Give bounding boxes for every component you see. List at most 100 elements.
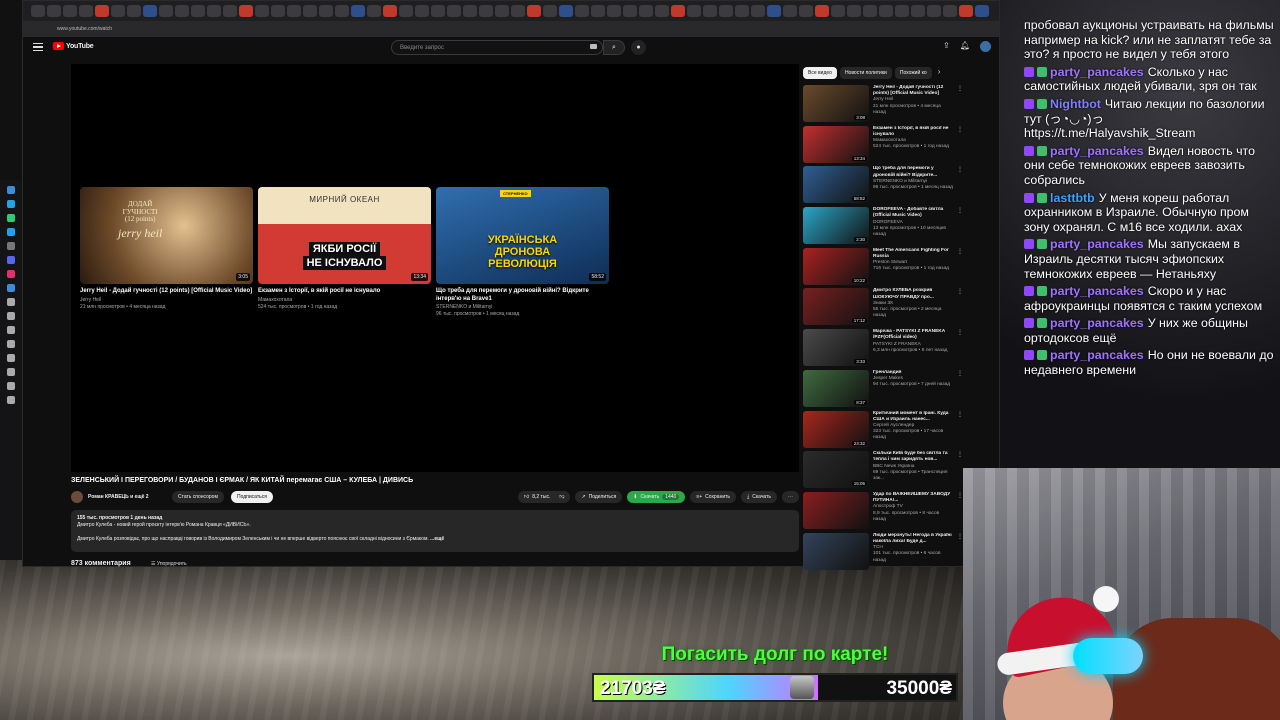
menu-icon[interactable] [33, 43, 43, 51]
endcard-1[interactable]: ДОДАЙ ГУЧНОСТІ (12 points) jerry heil 3:… [80, 187, 253, 310]
recommendation-thumbnail[interactable]: 8:37 [803, 369, 869, 407]
browser-tab[interactable] [671, 5, 685, 17]
download-button[interactable]: ⬇ Скачать 1440 [627, 491, 686, 503]
recommendation-item[interactable]: 13:34 Екзамен з Історії, в якій росії не… [803, 125, 963, 167]
recommendation-title[interactable]: Удар по ВАЖНЕЙШЕМУ ЗАВОДУ ПУТИНА!... [873, 492, 953, 504]
recommendation-item[interactable]: 8:37 Гренландия Jesper Makes 94 тыс. про… [803, 369, 963, 411]
browser-tab[interactable] [799, 5, 813, 17]
browser-tab[interactable] [847, 5, 861, 17]
chat-username[interactable]: party_pancakes [1050, 316, 1144, 330]
chat-username[interactable]: party_pancakes [1050, 237, 1144, 251]
save-button[interactable]: ≡+ Сохранить [690, 491, 737, 503]
browser-tab[interactable] [879, 5, 893, 17]
extension-icon[interactable] [7, 242, 15, 250]
more-vert-icon[interactable]: ⋮ [957, 370, 963, 411]
sponsor-button[interactable]: Стать спонсором [172, 491, 224, 503]
browser-tab[interactable] [719, 5, 733, 17]
browser-tab[interactable] [575, 5, 589, 17]
browser-tab[interactable] [655, 5, 669, 17]
endcard-title[interactable]: Що треба для перемоги у дроновій війні? … [436, 288, 609, 303]
quality-badge[interactable]: 1440 [662, 494, 680, 500]
more-vert-icon[interactable]: ⋮ [957, 288, 963, 329]
browser-tab[interactable] [463, 5, 477, 17]
browser-tab[interactable] [303, 5, 317, 17]
extension-icon[interactable] [7, 298, 15, 306]
recommendation-title[interactable]: Jerry Heil - Додай гучності (12 points) … [873, 85, 953, 97]
channel-avatar[interactable] [71, 491, 83, 503]
keyboard-icon[interactable] [590, 44, 597, 49]
recommendation-thumbnail[interactable]: 10:22 [803, 247, 869, 285]
recommendation-title[interactable]: Meet The Americans Fighting For Russia [873, 248, 953, 260]
browser-tab[interactable] [623, 5, 637, 17]
extension-icon[interactable] [7, 368, 15, 376]
extension-icon[interactable] [7, 186, 15, 194]
browser-tab[interactable] [591, 5, 605, 17]
sort-comments-button[interactable]: ☰ Упорядочить [151, 561, 187, 567]
recommendation-item[interactable]: 17:12 Дмитро КУЛЕБА розкрив ШОКУЮЧУ ПРАВ… [803, 288, 963, 329]
extension-icon[interactable] [7, 396, 15, 404]
browser-tab[interactable] [207, 5, 221, 17]
recommendation-title[interactable]: Марічка - PATSYKI Z FRANEKA /PZF(Officia… [873, 329, 953, 341]
browser-tab[interactable] [863, 5, 877, 17]
recommendation-thumbnail[interactable]: 2:30 [803, 207, 869, 245]
browser-tab[interactable] [479, 5, 493, 17]
show-more-link[interactable]: ...ещё [430, 536, 444, 542]
browser-tab[interactable] [239, 5, 253, 17]
recommendation-thumbnail[interactable]: 17:12 [803, 288, 869, 326]
extension-icon[interactable] [7, 200, 15, 208]
chip-2[interactable]: Похожий ко [894, 67, 932, 79]
endcard-thumbnail[interactable]: СТЕРНЕНКО УКРАЇНСЬКА ДРОНОВА РЕВОЛЮЦІЯ 5… [436, 187, 609, 284]
recommendation-item[interactable]: 2:30 DOROFEEVA - Добавте світла (Officia… [803, 207, 963, 248]
extension-icon[interactable] [7, 214, 15, 222]
browser-tab[interactable] [287, 5, 301, 17]
extension-icon[interactable] [7, 312, 15, 320]
browser-tab[interactable] [559, 5, 573, 17]
extension-icon[interactable] [7, 340, 15, 348]
browser-tab[interactable] [751, 5, 765, 17]
extension-icon[interactable] [7, 382, 15, 390]
browser-tab[interactable] [159, 5, 173, 17]
extension-icon[interactable] [7, 228, 15, 236]
browser-tab[interactable] [815, 5, 829, 17]
recommendation-thumbnail[interactable]: 3:33 [803, 329, 869, 367]
browser-tab[interactable] [79, 5, 93, 17]
recommendation-thumbnail[interactable]: 15:05 [803, 451, 869, 489]
recommendation-title[interactable]: Що треба для перемоги у дроновій війні? … [873, 166, 953, 178]
browser-tab[interactable] [223, 5, 237, 17]
endcard-3[interactable]: СТЕРНЕНКО УКРАЇНСЬКА ДРОНОВА РЕВОЛЮЦІЯ 5… [436, 187, 609, 317]
extension-icon[interactable] [7, 354, 15, 362]
share-button[interactable]: ↗ Поделиться [575, 491, 623, 503]
chat-username[interactable]: Nightbot [1050, 97, 1101, 111]
browser-tab[interactable] [495, 5, 509, 17]
subscribe-button[interactable]: Подписаться [231, 491, 273, 503]
browser-tab[interactable] [943, 5, 957, 17]
video-description[interactable]: 155 тыс. просмотров 1 день назад Дмитро … [71, 510, 799, 552]
more-vert-icon[interactable]: ⋮ [957, 126, 963, 167]
browser-tab[interactable] [111, 5, 125, 17]
extension-icon[interactable] [7, 270, 15, 278]
browser-tab[interactable] [63, 5, 77, 17]
chat-username[interactable]: party_pancakes [1050, 284, 1144, 298]
recommendation-item[interactable]: 15:05 Скільки Київ буде без світла та те… [803, 451, 963, 492]
thumbs-down-icon[interactable]: 👎︎ [559, 494, 564, 500]
video-player[interactable]: ДОДАЙ ГУЧНОСТІ (12 points) jerry heil 3:… [71, 64, 799, 472]
browser-tab[interactable] [607, 5, 621, 17]
avatar[interactable] [980, 41, 991, 52]
recommendation-thumbnail[interactable]: 23:32 [803, 410, 869, 448]
recommendation-thumbnail[interactable]: 58:52 [803, 166, 869, 204]
more-vert-icon[interactable]: ⋮ [957, 329, 963, 370]
browser-tab[interactable] [175, 5, 189, 17]
endcard-title[interactable]: Jerry Heil - Додай гучності (12 points) … [80, 288, 253, 296]
browser-tab[interactable] [975, 5, 989, 17]
browser-tab[interactable] [431, 5, 445, 17]
recommendation-item[interactable]: 23:32 Критичний момент в Ірані. Куда США… [803, 410, 963, 452]
more-vert-icon[interactable]: ⋮ [957, 411, 963, 452]
browser-tab[interactable] [351, 5, 365, 17]
browser-tab[interactable] [895, 5, 909, 17]
recommendation-title[interactable]: Скільки Київ буде без світла та тепла і … [873, 451, 953, 463]
browser-tab[interactable] [639, 5, 653, 17]
extension-icon[interactable] [7, 256, 15, 264]
offline-download-button[interactable]: ⤓ Скачать [741, 491, 777, 503]
recommendation-title[interactable]: DOROFEEVA - Добавте світла (Official Mus… [873, 207, 953, 219]
browser-tab[interactable] [911, 5, 925, 17]
